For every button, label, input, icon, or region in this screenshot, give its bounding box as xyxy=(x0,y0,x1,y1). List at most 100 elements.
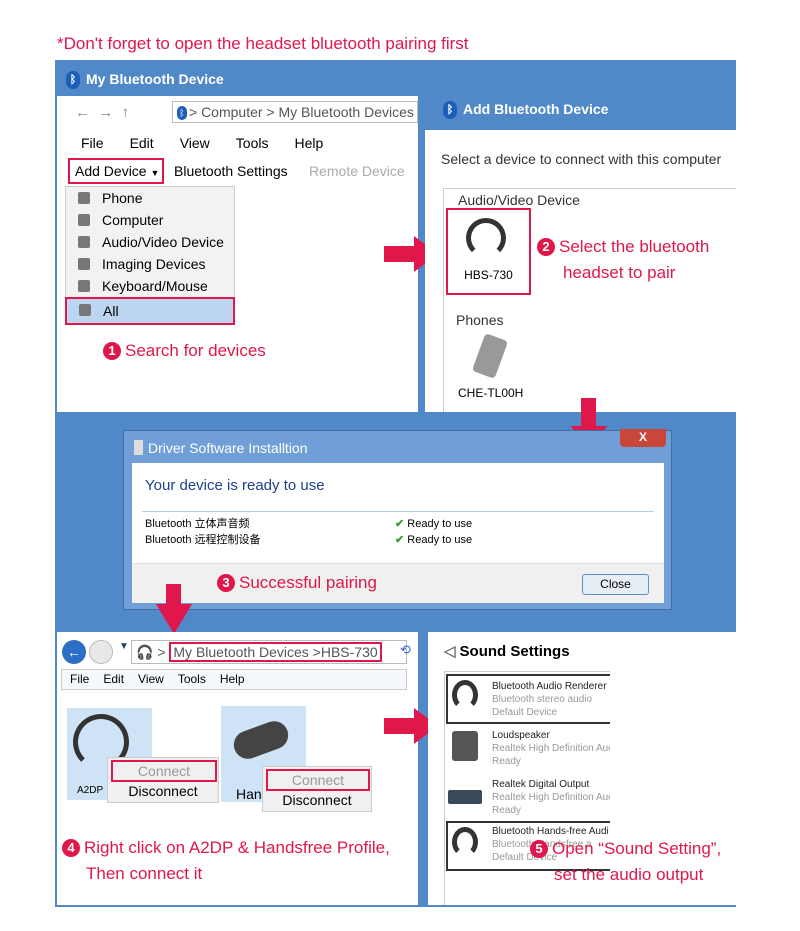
disconnect-menu-item[interactable]: Disconnect xyxy=(263,792,371,808)
device-status: Ready xyxy=(492,805,521,816)
step-number: 3 xyxy=(217,574,235,592)
menu-item-keyboard[interactable]: Keyboard/Mouse xyxy=(66,275,234,297)
device-hbs730[interactable]: HBS-730 xyxy=(446,208,531,295)
menu-help[interactable]: Help xyxy=(294,135,323,151)
label: Computer xyxy=(102,212,164,228)
menu-item-all[interactable]: All xyxy=(65,297,235,325)
divider xyxy=(142,511,654,512)
prompt: Select a device to connect with this com… xyxy=(441,151,722,167)
close-button[interactable]: Close xyxy=(582,574,649,595)
device-status: Ready xyxy=(492,756,521,767)
panel1-title-bar: ᛒ My Bluetooth Device xyxy=(66,71,224,90)
check-icon: ✔ xyxy=(395,518,405,530)
forward-button[interactable] xyxy=(89,640,113,664)
add-bluetooth-window: Select a device to connect with this com… xyxy=(425,130,736,412)
step5-caption: 5 Open “Sound Setting”, set the audio outp… xyxy=(530,836,721,888)
step-text: Search for devices xyxy=(125,341,266,360)
arrow-head xyxy=(156,604,192,634)
connect-menu-item[interactable]: Connect xyxy=(266,769,370,791)
disconnect-menu-item[interactable]: Disconnect xyxy=(108,783,218,799)
address-bar[interactable]: 🎧 > My Bluetooth Devices >HBS-730 xyxy=(131,640,407,664)
sound-settings-window: ◁ Sound Settings Bluetooth Audio Renderer… xyxy=(428,632,736,905)
label: All xyxy=(103,303,119,319)
step-text: set the audio output xyxy=(554,865,704,884)
loudspeaker-icon xyxy=(452,731,478,761)
menu-file[interactable]: File xyxy=(81,135,104,151)
dialog-title-text: Driver Software Installtion xyxy=(148,440,308,456)
menu-item-computer[interactable]: Computer xyxy=(66,209,234,231)
device-status: Default Device xyxy=(492,707,558,718)
driver-row: Bluetooth 远程控制设备 ✔ Ready to use xyxy=(145,532,472,548)
check-icon: ✔ xyxy=(395,534,405,546)
driver-name: Bluetooth 远程控制设备 xyxy=(145,534,261,546)
refresh-icon[interactable]: ⟲ xyxy=(400,642,411,658)
panel2-title-bar: ᛒ Add Bluetooth Device xyxy=(443,101,608,120)
menu-file[interactable]: File xyxy=(70,672,89,686)
add-device-label: Add Device xyxy=(75,163,147,179)
menu-item-audio-video[interactable]: Audio/Video Device xyxy=(66,231,234,253)
menu-edit[interactable]: Edit xyxy=(130,135,154,151)
dialog-body: Your device is ready to use Bluetooth 立体… xyxy=(132,463,664,603)
menu-view[interactable]: View xyxy=(138,672,164,686)
arrow-right-icon xyxy=(384,246,416,262)
step-number: 1 xyxy=(103,342,121,360)
earpiece-icon xyxy=(229,717,293,763)
device-che-tl00h[interactable]: CHE-TL00H xyxy=(458,386,523,400)
menu-edit[interactable]: Edit xyxy=(103,672,124,686)
camera-icon xyxy=(78,258,90,270)
phone-icon xyxy=(78,192,90,204)
menu-item-imaging[interactable]: Imaging Devices xyxy=(66,253,234,275)
device-name: Bluetooth Audio Renderer xyxy=(492,681,607,692)
connect-menu-item[interactable]: Connect xyxy=(111,760,217,782)
bluetooth-settings-button[interactable]: Bluetooth Settings xyxy=(174,163,288,179)
device-info: Bluetooth Audio Renderer Bluetooth stereo… xyxy=(492,680,610,719)
arrow-down-icon xyxy=(581,398,596,428)
address-bar[interactable]: ᛒ > Computer > My Bluetooth Devices xyxy=(172,101,418,123)
step-number: 4 xyxy=(62,839,80,857)
step-text: Then connect it xyxy=(86,864,203,883)
chevron-down-icon[interactable]: ▼ xyxy=(119,641,129,652)
menu-item-phone[interactable]: Phone xyxy=(66,187,234,209)
driver-install-dialog: Driver Software Installtion X Your devic… xyxy=(123,429,672,610)
device-name: HBS-730 xyxy=(464,268,513,282)
speaker-icon: ◁ xyxy=(444,643,456,660)
menu-bar: File Edit View Tools Help xyxy=(61,669,407,690)
remote-device-button[interactable]: Remote Device xyxy=(309,163,405,179)
driver-name: Bluetooth 立体声音频 xyxy=(145,518,250,530)
digital-output-icon xyxy=(448,790,482,804)
add-device-button[interactable]: Add Device ▼ xyxy=(68,158,164,184)
headphones-icon xyxy=(452,680,478,710)
menu-help[interactable]: Help xyxy=(220,672,245,686)
device-loudspeaker[interactable]: Loudspeaker Realtek High Definition Auc Re… xyxy=(492,729,610,768)
menu-tools[interactable]: Tools xyxy=(236,135,269,151)
step2-caption: 2 Select the bluetooth headset to pair xyxy=(537,234,709,286)
device-desc: Realtek High Definition Auc xyxy=(492,743,610,754)
step-text: Select the bluetooth xyxy=(559,237,710,256)
menu-tools[interactable]: Tools xyxy=(178,672,206,686)
step-text: Right click on A2DP & Handsfree Profile, xyxy=(84,838,390,857)
title-text: Sound Settings xyxy=(459,643,570,660)
label: Keyboard/Mouse xyxy=(102,278,208,294)
device-digital-output[interactable]: Realtek Digital Output Realtek High Defin… xyxy=(492,778,610,817)
driver-row: Bluetooth 立体声音频 ✔ Ready to use xyxy=(145,516,472,532)
step-number: 5 xyxy=(530,840,548,858)
my-bluetooth-window: ← → ↑ ᛒ > Computer > My Bluetooth Devices… xyxy=(57,96,418,412)
nav-arrows[interactable]: ← → ↑ xyxy=(75,104,129,121)
device-profiles-window: ← ▼ 🎧 > My Bluetooth Devices >HBS-730 ⟲ … xyxy=(57,632,418,905)
close-x-button[interactable]: X xyxy=(620,429,666,447)
group-phones: Phones xyxy=(456,312,504,328)
step4-caption: 4 Right click on A2DP & Handsfree Profile… xyxy=(62,835,390,887)
bluetooth-icon: ᛒ xyxy=(66,71,80,90)
device-desc: Realtek High Definition Auc xyxy=(492,792,610,803)
device-name: Realtek Digital Output xyxy=(492,779,590,790)
back-button[interactable]: ← xyxy=(62,640,86,664)
driver-list: Bluetooth 立体声音频 ✔ Ready to use Bluetooth … xyxy=(145,516,472,548)
menu-view[interactable]: View xyxy=(180,135,210,151)
label: Imaging Devices xyxy=(102,256,206,272)
address-text: > Computer > My Bluetooth Devices xyxy=(189,104,414,120)
bluetooth-icon: ᛒ xyxy=(443,101,457,120)
dialog-heading: Your device is ready to use xyxy=(145,477,325,494)
profile-label: Han xyxy=(236,786,262,802)
label: Audio/Video Device xyxy=(102,234,224,250)
step3-caption: 3 Successful pairing xyxy=(217,573,377,593)
